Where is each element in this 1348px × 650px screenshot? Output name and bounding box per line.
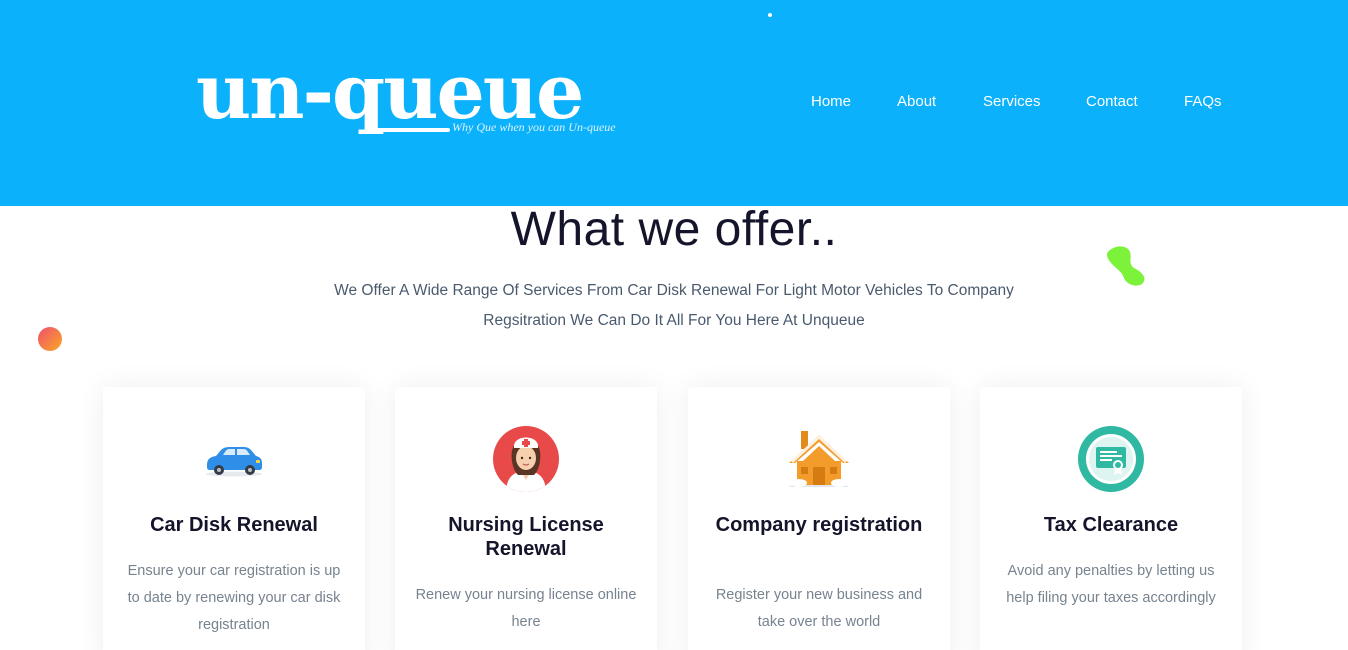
service-title: Tax Clearance xyxy=(1043,514,1179,536)
car-icon xyxy=(206,447,262,477)
decorative-orange-blob xyxy=(38,327,62,351)
nav-link-home[interactable]: Home xyxy=(811,92,851,112)
nurse-icon xyxy=(493,426,559,492)
service-title: Company registration xyxy=(715,514,923,536)
nav-link-contact[interactable]: Contact xyxy=(1086,92,1138,112)
certificate-icon xyxy=(1078,426,1144,492)
service-card-nursing[interactable]: Nursing License Renewal Renew your nursi… xyxy=(395,387,657,650)
site-header: un-queue Why Que when you can Un-queue H… xyxy=(0,0,1348,206)
logo-tagline: Why Que when you can Un-queue xyxy=(452,120,616,134)
service-card-company[interactable]: Company registration Register your new b… xyxy=(688,387,950,650)
nav-link-services[interactable]: Services xyxy=(983,92,1041,112)
house-icon xyxy=(789,431,849,487)
nav-link-faqs[interactable]: FAQs xyxy=(1184,92,1222,112)
nav-link-about[interactable]: About xyxy=(897,92,936,112)
service-card-car-disk[interactable]: Car Disk Renewal Ensure your car registr… xyxy=(103,387,365,650)
service-title: Nursing License Renewal xyxy=(448,514,604,560)
service-title: Car Disk Renewal xyxy=(150,514,318,536)
service-description: Avoid any penalties by letting us help f… xyxy=(1006,563,1216,606)
decorative-dot xyxy=(768,13,772,17)
logo-underline xyxy=(374,128,450,132)
decorative-green-blob xyxy=(1107,246,1145,286)
service-description: Renew your nursing license online here xyxy=(415,587,637,630)
site-logo[interactable]: un-queue Why Que when you can Un-queue xyxy=(196,47,646,147)
service-description: Ensure your car registration is up to da… xyxy=(127,563,341,633)
service-description: Register your new business and take over… xyxy=(715,587,923,630)
section-intro: We Offer A Wide Range Of Services From C… xyxy=(334,282,1014,329)
service-card-tax[interactable]: Tax Clearance Avoid any penalties by let… xyxy=(980,387,1242,650)
